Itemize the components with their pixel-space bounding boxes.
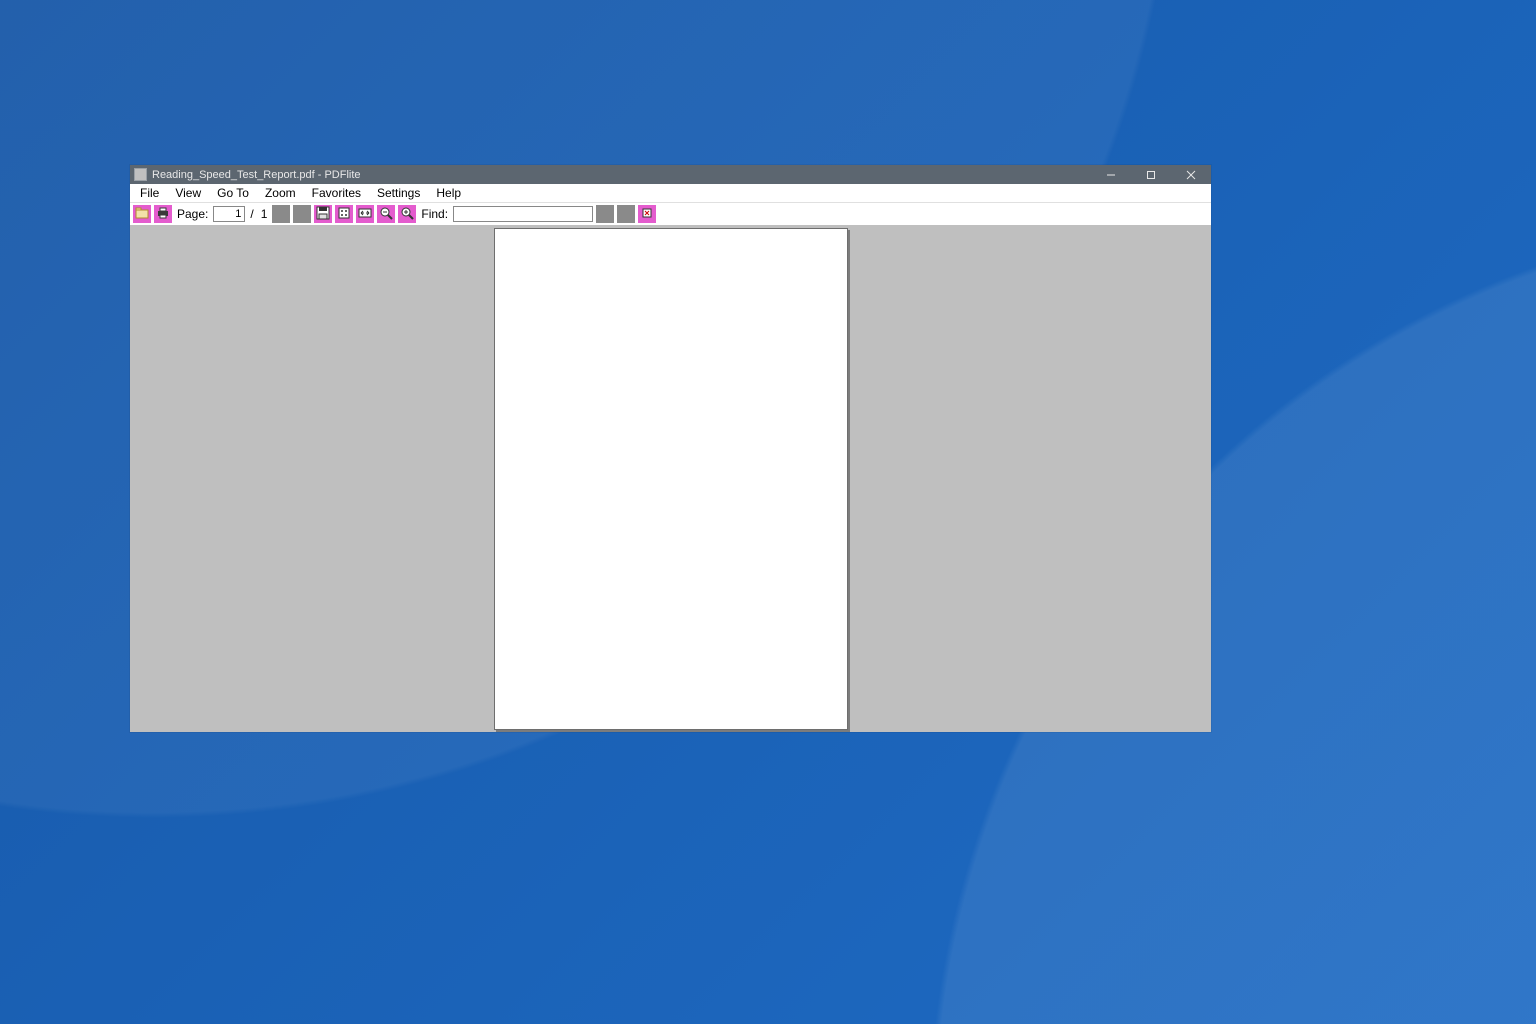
page-input[interactable] (213, 206, 245, 222)
zoom-in-button[interactable] (398, 205, 416, 223)
menu-file[interactable]: File (132, 185, 167, 201)
toolbar: Page: / 1 (130, 203, 1211, 225)
page-total: 1 (259, 207, 270, 221)
fit-width-button[interactable] (356, 205, 374, 223)
fit-page-button[interactable] (335, 205, 353, 223)
save-button[interactable] (314, 205, 332, 223)
window-title: Reading_Speed_Test_Report.pdf - PDFlite (152, 169, 1091, 181)
maximize-button[interactable] (1131, 165, 1171, 184)
page-sep: / (248, 207, 255, 221)
menu-zoom[interactable]: Zoom (257, 185, 304, 201)
next-page-button[interactable] (293, 205, 311, 223)
close-button[interactable] (1171, 165, 1211, 184)
app-icon (134, 168, 147, 181)
menu-help[interactable]: Help (428, 185, 469, 201)
find-close-button[interactable] (638, 205, 656, 223)
find-input[interactable] (453, 206, 593, 222)
menu-favorites[interactable]: Favorites (304, 185, 369, 201)
open-icon (135, 206, 149, 223)
find-next-button[interactable] (617, 205, 635, 223)
document-area[interactable] (130, 225, 1211, 732)
fit-page-icon (337, 206, 351, 223)
print-button[interactable] (154, 205, 172, 223)
titlebar[interactable]: Reading_Speed_Test_Report.pdf - PDFlite (130, 165, 1211, 184)
minimize-button[interactable] (1091, 165, 1131, 184)
print-icon (156, 206, 170, 223)
menu-goto[interactable]: Go To (209, 185, 257, 201)
app-window: Reading_Speed_Test_Report.pdf - PDFlite … (130, 165, 1211, 732)
find-close-icon (640, 206, 654, 223)
save-icon (316, 206, 330, 223)
zoom-in-icon (400, 206, 414, 223)
menubar: File View Go To Zoom Favorites Settings … (130, 184, 1211, 203)
menu-settings[interactable]: Settings (369, 185, 428, 201)
menu-view[interactable]: View (167, 185, 209, 201)
fit-width-icon (358, 206, 372, 223)
open-button[interactable] (133, 205, 151, 223)
find-prev-button[interactable] (596, 205, 614, 223)
pdf-page (494, 228, 848, 730)
zoom-out-button[interactable] (377, 205, 395, 223)
prev-page-button[interactable] (272, 205, 290, 223)
page-label: Page: (175, 207, 210, 221)
find-label: Find: (419, 207, 450, 221)
zoom-out-icon (379, 206, 393, 223)
